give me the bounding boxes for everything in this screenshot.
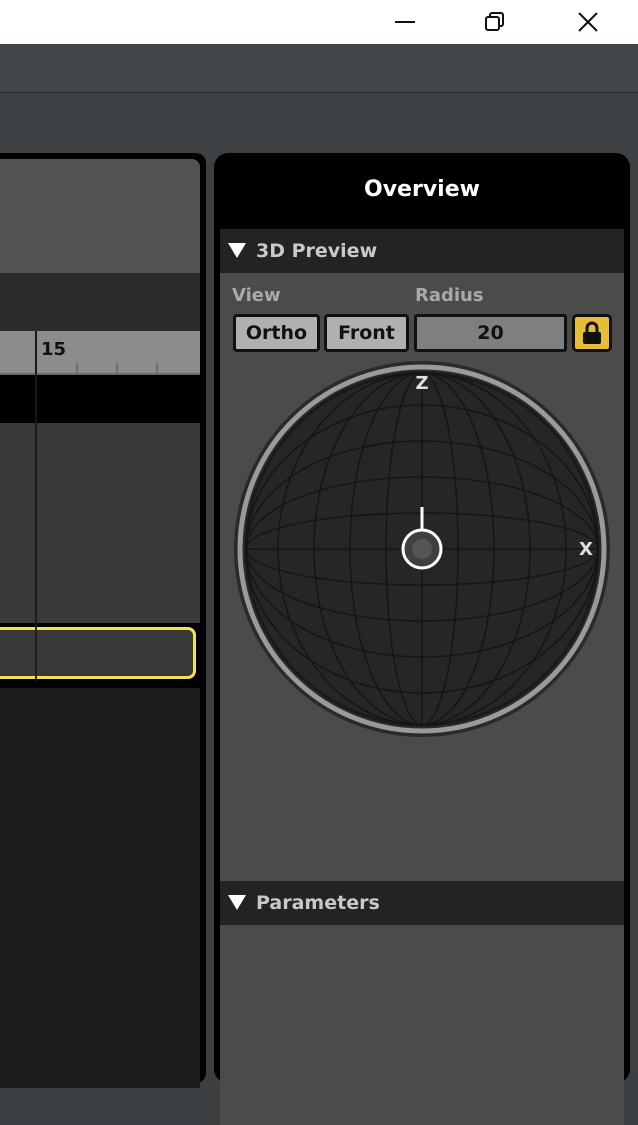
timeline-track-area[interactable] xyxy=(0,423,200,623)
orientation-gizmo[interactable]: Z X xyxy=(232,359,612,739)
collapse-triangle-icon xyxy=(228,895,246,910)
preview-section-header[interactable]: 3D Preview xyxy=(220,229,624,273)
timeline-empty-area xyxy=(0,688,200,1088)
restore-icon xyxy=(485,12,504,31)
timeline-clip[interactable] xyxy=(0,627,196,679)
collapse-triangle-icon xyxy=(228,243,246,258)
minimize-button[interactable] xyxy=(375,0,435,44)
restore-button[interactable] xyxy=(465,0,525,44)
close-button[interactable] xyxy=(558,0,618,44)
view-direction-button[interactable]: Front xyxy=(324,314,409,352)
timeline-header xyxy=(0,159,200,273)
ruler-label: 15 xyxy=(41,339,67,360)
close-icon xyxy=(578,12,598,32)
menu-bar xyxy=(0,44,638,93)
z-axis-label: Z xyxy=(415,373,428,394)
projection-button[interactable]: Ortho xyxy=(233,314,320,352)
title-bar xyxy=(0,0,638,44)
view-label: View xyxy=(232,285,281,306)
x-axis-label: X xyxy=(579,539,593,560)
lock-icon xyxy=(583,321,601,344)
preview-section-body: View Radius Ortho Front 20 Z X xyxy=(220,273,624,881)
parameters-section-header[interactable]: Parameters xyxy=(220,881,624,925)
radius-input[interactable] xyxy=(414,314,567,352)
radius-label: Radius xyxy=(415,285,484,306)
overview-panel: Overview 3D Preview View Radius Ortho Fr… xyxy=(214,153,630,1125)
timeline-ruler[interactable] xyxy=(0,331,200,375)
minimize-icon xyxy=(395,21,415,23)
preview-section-label: 3D Preview xyxy=(256,240,378,262)
playhead-line xyxy=(35,331,37,681)
lock-button[interactable] xyxy=(572,314,612,352)
timeline-track-header xyxy=(0,375,200,423)
parameters-section-body xyxy=(220,925,624,1125)
ruler-ticks xyxy=(0,331,200,375)
parameters-section-label: Parameters xyxy=(256,892,380,914)
timeline-panel: 15 xyxy=(0,153,206,1088)
panel-title: Overview xyxy=(364,177,480,202)
timeline-toolbar xyxy=(0,273,200,331)
